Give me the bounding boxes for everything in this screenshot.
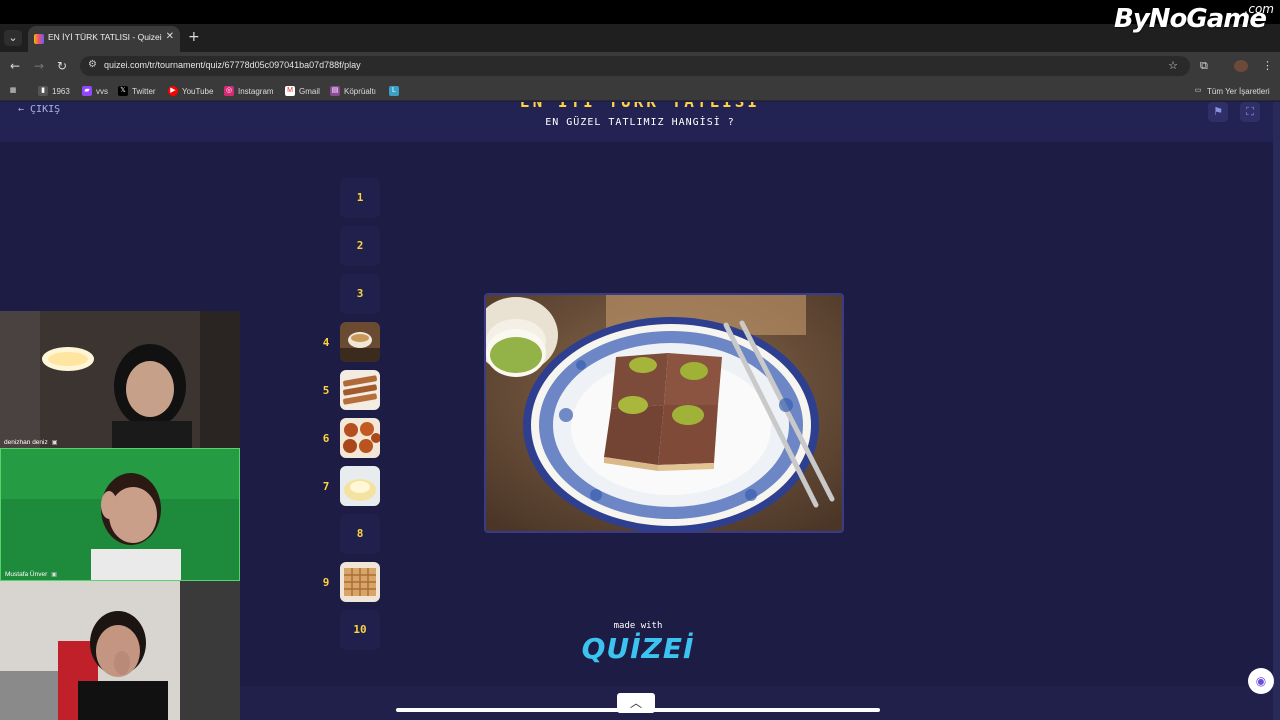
extensions-icon[interactable]: ⧉ [1200, 59, 1208, 73]
watermark-suffix: .com [1244, 2, 1274, 16]
mic-muted-icon: ▣ [51, 572, 57, 578]
webcam-feed [0, 581, 240, 720]
tab-title: EN İYİ TÜRK TATLISI - Quizei [48, 32, 162, 42]
bracket-slot-3[interactable]: 3 [340, 274, 380, 314]
quiz-subtitle: EN GÜZEL TATLIMIZ HANGİSİ ? [545, 117, 735, 128]
bracket-slot-2[interactable]: 2 [340, 226, 380, 266]
bookmark-twitter[interactable]: 𝕏 Twitter [118, 84, 156, 98]
floating-widget-icon[interactable]: ◉ [1248, 668, 1274, 694]
report-flag-icon[interactable]: ⚑ [1208, 102, 1228, 122]
back-arrow-icon[interactable]: ← [10, 59, 20, 73]
quiz-title: EN İYİ TÜRK TATLISI [0, 102, 1280, 111]
quizei-favicon-icon [34, 34, 44, 44]
slot-number-label: 7 [322, 480, 330, 493]
bookmark-vvs[interactable]: ▰ vvs [82, 84, 108, 98]
bookmark-kopruealti[interactable]: ▤ Köprüaltı [330, 84, 376, 98]
dessert-thumbnail [340, 370, 380, 410]
bracket-slot-5[interactable] [340, 370, 380, 410]
dessert-thumbnail [340, 322, 380, 362]
made-with-label: made with [613, 621, 663, 631]
quizei-logo[interactable]: QUİZEİ [560, 632, 716, 665]
close-tab-icon[interactable]: ✕ [166, 31, 174, 42]
profile-avatar-icon[interactable] [1234, 60, 1248, 72]
slot-number-label: 9 [322, 576, 330, 589]
vertical-scrollbar[interactable] [1273, 102, 1280, 720]
new-tab-icon[interactable]: + [188, 29, 200, 45]
tab-list-chevron-icon[interactable]: ⌄ [4, 30, 22, 46]
url-text: quizei.com/tr/tournament/quiz/67778d05c0… [104, 60, 361, 70]
slot-number-label: 5 [322, 384, 330, 397]
forward-arrow-icon[interactable]: → [34, 59, 44, 73]
reload-icon[interactable]: ↻ [57, 59, 67, 73]
bracket-slot-6[interactable] [340, 418, 380, 458]
bookmark-youtube[interactable]: ▶ YouTube [168, 84, 213, 98]
fullscreen-icon[interactable]: ⛶ [1240, 102, 1260, 122]
bracket-slot-1[interactable]: 1 [340, 178, 380, 218]
watermark-logo: ByNoGame [1114, 4, 1267, 34]
bracket-slot-9[interactable] [340, 562, 380, 602]
bookmark-1963[interactable]: ▮ 1963 [38, 84, 70, 98]
dessert-thumbnail [340, 418, 380, 458]
webcam-person-image [0, 311, 240, 448]
webcam-feed-active: Mustafa Ünver ▣ [0, 448, 240, 581]
more-menu-icon[interactable]: ⋮ [1262, 59, 1273, 72]
bookmark-star-icon[interactable]: ☆ [1168, 59, 1178, 72]
address-bar[interactable]: ⚙ quizei.com/tr/tournament/quiz/67778d05… [80, 56, 1190, 76]
webcam-person-image [0, 581, 240, 720]
bracket-slot-8[interactable]: 8 [340, 514, 380, 554]
bracket-slot-7[interactable] [340, 466, 380, 506]
horizontal-scrollbar[interactable] [396, 708, 880, 712]
bracket-slot-10[interactable]: 10 [340, 610, 380, 650]
bookmark-instagram[interactable]: ◎ Instagram [224, 84, 274, 98]
webcam-name-label: denizhan deniz ▣ [4, 439, 58, 446]
dessert-thumbnail [340, 466, 380, 506]
apps-grid-icon[interactable]: ▦ [8, 84, 18, 98]
bookmark-gmail[interactable]: M Gmail [285, 84, 320, 98]
webcam-person-image [1, 449, 239, 580]
bracket-slot-4[interactable] [340, 322, 380, 362]
webcam-feed: denizhan deniz ▣ [0, 311, 240, 448]
all-bookmarks-folder[interactable]: ▭ Tüm Yer İşaretleri [1193, 84, 1270, 98]
mic-muted-icon: ▣ [51, 440, 58, 446]
webcam-name-label: Mustafa Ünver ▣ [5, 571, 57, 578]
bookmark-l[interactable]: L [389, 84, 399, 98]
site-settings-icon[interactable]: ⚙ [88, 59, 97, 70]
baklava-photo [486, 295, 842, 531]
browser-tab[interactable]: EN İYİ TÜRK TATLISI - Quizei ✕ [28, 26, 180, 52]
dessert-image[interactable] [484, 293, 844, 533]
slot-number-label: 6 [322, 432, 330, 445]
dessert-thumbnail [340, 562, 380, 602]
slot-number-label: 4 [322, 336, 330, 349]
